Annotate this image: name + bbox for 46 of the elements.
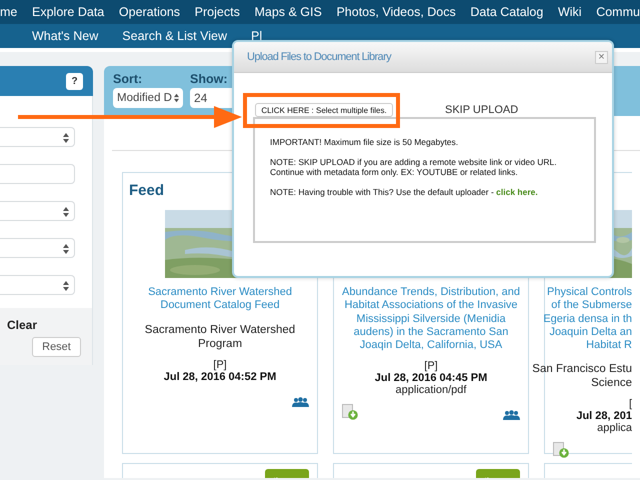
document-link[interactable]: Egeria densa in th: [543, 312, 632, 326]
select-files-button[interactable]: CLICK HERE : Select multiple files.: [255, 103, 393, 117]
select-field[interactable]: Modified D: [113, 88, 183, 108]
nav-link[interactable]: Commu: [596, 5, 640, 19]
close-button[interactable]: ×: [595, 50, 608, 64]
reset-button[interactable]: Reset: [32, 337, 81, 357]
date-text: Jul 28, 2016 04:52 PM: [162, 370, 278, 383]
file-type: applica: [596, 422, 632, 434]
document-link[interactable]: Joaquin Delta an: [549, 326, 632, 340]
privacy-tag: [P]: [129, 358, 311, 371]
organization-name: Science: [591, 376, 632, 390]
nav-link[interactable]: Operations: [118, 5, 180, 19]
document-link[interactable]: Habitat R: [586, 339, 632, 352]
nav-link[interactable]: me: [0, 5, 18, 19]
organization-name: San Francisco Estu: [532, 362, 632, 376]
document-link[interactable]: Physical Controls: [547, 286, 632, 300]
document-link[interactable]: of the Submerse: [551, 299, 632, 313]
date-text: Jul 28, 2016 04:45 PM: [374, 372, 488, 384]
date-text: Jul 28, 201: [575, 410, 632, 422]
select-field[interactable]: 24: [190, 88, 232, 108]
privacy-tag: [: [551, 398, 632, 410]
note-text: IMPORTANT! Maximum file size is 50 Megabytes.: [270, 137, 460, 147]
nav-link[interactable]: Wiki: [558, 5, 582, 19]
card-heading: Feed: [129, 182, 164, 199]
nav-link[interactable]: Photos, Videos, Docs: [336, 5, 456, 19]
help-button[interactable]: ?: [66, 72, 83, 90]
nav-link[interactable]: Search & List View: [122, 29, 227, 43]
file-type: application/pdf: [394, 384, 468, 396]
skip-upload-link[interactable]: SKIP UPLOAD: [445, 104, 518, 116]
organization-name: Sacramento River Watershed Program: [144, 322, 296, 351]
field-label: Show:: [190, 72, 228, 86]
note-text: NOTE: SKIP UPLOAD if you are adding a remote website link or video URL. Continue with metadata form only. EX: YOUTUBE or related links.: [270, 157, 558, 177]
note-text: NOTE: Having trouble with This? Use the default uploader - click here.: [270, 187, 539, 197]
document-link[interactable]: Sacramento River Watershed Document Catalog Feed: [129, 286, 311, 313]
nav-link[interactable]: What's New: [32, 29, 98, 43]
dialog-title: Upload Files to Document Library: [247, 51, 392, 63]
privacy-tag: [P]: [340, 360, 522, 372]
clear-label[interactable]: Clear: [7, 318, 92, 332]
nav-link[interactable]: Maps & GIS: [254, 5, 322, 19]
field-label: Sort:: [113, 72, 144, 86]
document-link[interactable]: Abundance Trends, Distribution, and Habitat Associations of the Invasive Mississippi Silverside (Menidia audens) in the Sacramento San Joaqin Delta, California, USA: [340, 286, 522, 352]
nav-link[interactable]: Explore Data: [32, 5, 104, 19]
nav-link[interactable]: Projects: [194, 5, 240, 19]
uploader-link[interactable]: click here.: [496, 187, 538, 197]
nav-link[interactable]: Data Catalog: [470, 5, 544, 19]
nav-link[interactable]: Pl: [250, 29, 262, 43]
